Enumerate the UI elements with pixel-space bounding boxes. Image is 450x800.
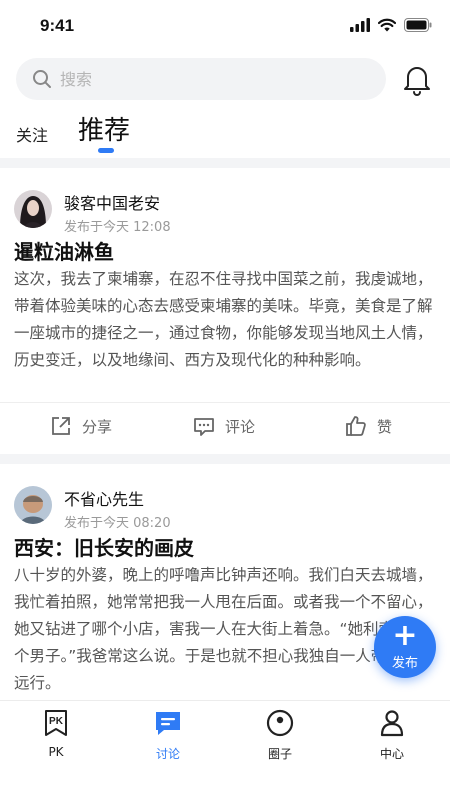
post-title[interactable]: 西安：旧长安的画皮 [14, 532, 194, 561]
nav-label: PK [48, 745, 64, 759]
status-bar: 9:41 [0, 0, 450, 52]
post-body[interactable]: 这次，我去了柬埔寨，在忍不住寻找中国菜之前，我虔诚地，带着体验美味的心态去感受柬… [14, 266, 438, 374]
tab-active-indicator [98, 148, 114, 153]
nav-label: 中心 [379, 747, 404, 761]
feed-tabs: 关注 推荐 [0, 106, 450, 156]
status-time: 9:41 [40, 16, 75, 35]
nav-item-center[interactable]: 中心 [352, 707, 432, 767]
comment-icon [194, 418, 214, 436]
post-header: 不省心先生 发布于今天 08:20 [14, 478, 434, 531]
tab-follow[interactable]: 关注 [16, 122, 48, 146]
section-divider [0, 158, 450, 168]
avatar[interactable] [14, 190, 52, 228]
search-bar[interactable] [16, 58, 386, 100]
nav-item-circle[interactable]: 圈子 [240, 707, 320, 767]
status-icons [350, 18, 432, 32]
battery-icon [404, 18, 432, 32]
search-row [0, 58, 450, 102]
search-icon [33, 70, 51, 88]
nav-item-discuss[interactable]: 讨论 [128, 707, 208, 767]
plus-icon: + [392, 618, 418, 653]
like-button[interactable]: 赞 [345, 415, 392, 437]
post-author[interactable]: 骏客中国老安 [64, 190, 160, 214]
avatar[interactable] [14, 486, 52, 524]
chat-icon [156, 712, 180, 735]
nav-label: 圈子 [267, 747, 292, 761]
nav-item-pk[interactable]: PK PK [16, 707, 96, 767]
share-label: 分享 [82, 417, 113, 436]
signal-icon [350, 18, 370, 32]
thumbs-up-icon [346, 416, 366, 436]
svg-text:PK: PK [49, 716, 64, 727]
search-input[interactable] [60, 69, 340, 89]
post-time: 发布于今天 12:08 [64, 220, 171, 235]
bell-icon[interactable] [400, 62, 434, 96]
post-title[interactable]: 暹粒油淋鱼 [14, 236, 114, 265]
bottom-nav: PK PK 讨论 圈子 中心 [0, 700, 450, 800]
post-card[interactable]: 骏客中国老安 发布于今天 12:08 暹粒油淋鱼 这次，我去了柬埔寨，在忍不住寻… [0, 168, 450, 454]
post-time: 发布于今天 08:20 [64, 516, 171, 531]
share-button[interactable]: 分享 [50, 415, 112, 437]
user-icon [380, 710, 404, 737]
comment-label: 评论 [225, 417, 256, 436]
circle-icon [266, 709, 294, 737]
tab-recommend[interactable]: 推荐 [78, 110, 130, 147]
pk-icon: PK [45, 710, 67, 736]
like-label: 赞 [377, 417, 393, 436]
share-icon [52, 417, 70, 435]
post-author[interactable]: 不省心先生 [64, 486, 144, 510]
post-actions: 分享 评论 赞 [0, 402, 450, 454]
nav-label: 讨论 [155, 747, 180, 761]
publish-button[interactable]: + 发布 [374, 616, 436, 678]
post-header: 骏客中国老安 发布于今天 12:08 [14, 182, 434, 235]
publish-label: 发布 [391, 656, 418, 671]
wifi-icon [378, 18, 396, 32]
comment-button[interactable]: 评论 [193, 415, 255, 437]
section-divider [0, 454, 450, 464]
